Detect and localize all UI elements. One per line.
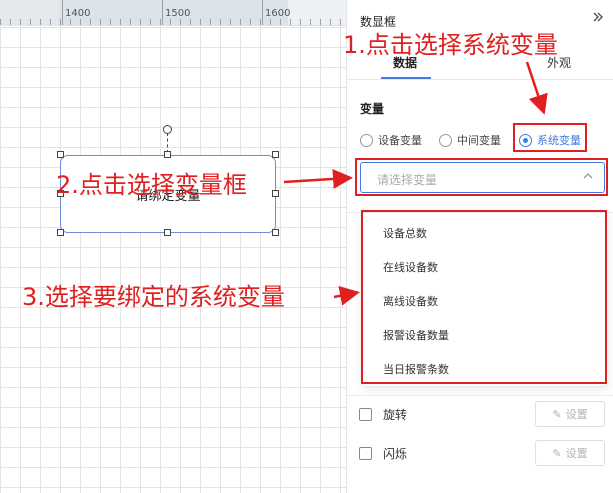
horizontal-ruler: 1400 1500 1600: [0, 0, 346, 26]
divider: [347, 395, 613, 396]
effect-blink-label: 闪烁: [383, 447, 408, 461]
ruler-label-1600: 1600: [265, 8, 291, 19]
resize-handle-bottom[interactable]: [164, 229, 171, 236]
radio-circle-icon: [360, 133, 373, 147]
pencil-icon: ✎: [552, 407, 562, 421]
effect-rotate[interactable]: 旋转: [359, 406, 407, 423]
radio-label: 中间变量: [457, 134, 501, 147]
panel-title: 数显框: [360, 15, 397, 29]
checkbox-icon[interactable]: [359, 408, 372, 421]
design-canvas[interactable]: 1400 1500 1600 请绑定变量: [0, 0, 346, 493]
annotation-step-3: 3.选择要绑定的系统变量: [22, 283, 285, 311]
blink-settings-button[interactable]: ✎ 设置: [535, 440, 605, 466]
checkbox-icon[interactable]: [359, 447, 372, 460]
collapse-panel-icon[interactable]: [591, 10, 607, 26]
active-tab-indicator: [381, 77, 431, 79]
annotation-box-select: [355, 158, 608, 196]
resize-handle-right[interactable]: [272, 190, 279, 197]
variable-section-label: 变量: [360, 102, 385, 116]
rotate-connector: [167, 133, 168, 153]
annotation-step-1: 1.点击选择系统变量: [343, 31, 558, 59]
ruler-label-1500: 1500: [165, 8, 191, 19]
radio-intermediate-variable[interactable]: 中间变量: [439, 132, 501, 148]
button-label: 设置: [565, 447, 588, 460]
annotation-box-system-variable: [513, 123, 587, 152]
radio-label: 设备变量: [378, 134, 422, 147]
ruler-ticks: [0, 19, 346, 25]
annotation-step-2: 2.点击选择变量框: [56, 171, 247, 199]
double-chevron-right-icon: [593, 12, 603, 22]
annotation-box-dropdown: [361, 210, 607, 384]
button-label: 设置: [565, 408, 588, 421]
resize-handle-top[interactable]: [164, 151, 171, 158]
ruler-major-tick: [262, 0, 263, 25]
radio-circle-icon: [439, 133, 452, 147]
resize-handle-bottom-left[interactable]: [57, 229, 64, 236]
radio-device-variable[interactable]: 设备变量: [360, 132, 422, 148]
rotate-settings-button[interactable]: ✎ 设置: [535, 401, 605, 427]
effect-blink[interactable]: 闪烁: [359, 445, 407, 462]
resize-handle-top-left[interactable]: [57, 151, 64, 158]
ruler-major-tick: [162, 0, 163, 25]
ruler-label-1400: 1400: [65, 8, 91, 19]
resize-handle-bottom-right[interactable]: [272, 229, 279, 236]
resize-handle-top-right[interactable]: [272, 151, 279, 158]
pencil-icon: ✎: [552, 446, 562, 460]
effect-rotate-label: 旋转: [383, 408, 408, 422]
ruler-major-tick: [62, 0, 63, 25]
rotate-handle[interactable]: [163, 125, 172, 134]
